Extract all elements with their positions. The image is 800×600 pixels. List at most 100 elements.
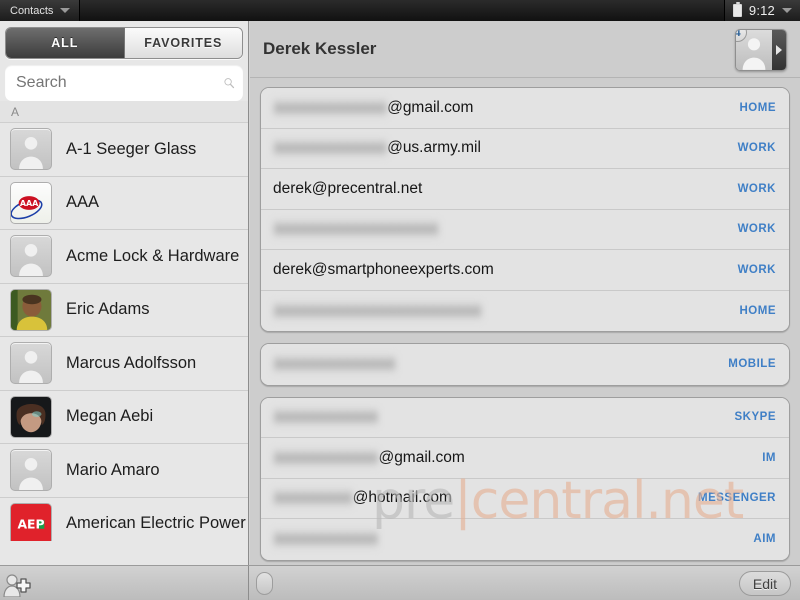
status-bar: Contacts 9:12	[0, 0, 800, 21]
redacted-text: aaaaaaaaaaaa	[273, 408, 379, 427]
expand-detail-button[interactable]	[772, 30, 786, 70]
field-value-text: derek@smartphoneexperts.com	[273, 260, 494, 278]
contact-name: Acme Lock & Hardware	[66, 246, 240, 265]
list-item[interactable]: AAA AAA	[0, 176, 248, 230]
redacted-text: aaaaaaaaa	[273, 489, 353, 508]
field-label: WORK	[737, 223, 776, 236]
table-row[interactable]: derek@precentral.net WORK	[261, 169, 789, 210]
table-row[interactable]: aaaaaaaaaaaaaa MOBILE	[261, 344, 789, 385]
field-label: WORK	[737, 142, 776, 155]
field-value: aaaaaaaaaaaaaaaaaaaaaaaa	[273, 301, 740, 320]
page-title: Derek Kessler	[263, 39, 377, 58]
list-item[interactable]: A-1 Seeger Glass	[0, 123, 248, 177]
field-value: aaaaaaaaaaaa	[273, 530, 753, 549]
list-item[interactable]: Marcus Adolfsson	[0, 337, 248, 391]
field-value-text: @gmail.com	[387, 98, 474, 116]
search-icon	[224, 78, 235, 89]
detail-avatar-card[interactable]: 4	[735, 29, 787, 71]
field-value-text: @gmail.com	[378, 448, 465, 466]
table-row[interactable]: aaaaaaaaaaaa@gmail.com IM	[261, 438, 789, 479]
contacts-app: Contacts 9:12 ALL FAVORITES A	[0, 0, 800, 600]
avatar: AAA	[10, 181, 52, 224]
bottom-toolbar-left	[0, 566, 249, 600]
panel-resize-handle[interactable]	[256, 572, 273, 595]
svg-text:AEP: AEP	[17, 518, 44, 532]
list-item[interactable]: Acme Lock & Hardware	[0, 230, 248, 284]
table-row[interactable]: aaaaaaaaaaaaa@us.army.mil WORK	[261, 128, 789, 169]
list-item[interactable]: Eric Adams	[0, 283, 248, 337]
section-header: A	[0, 101, 248, 123]
tab-all-label: ALL	[51, 36, 79, 50]
table-row[interactable]: aaaaaaaaaaaaa@gmail.com HOME	[261, 88, 789, 129]
avatar: AEP	[10, 502, 52, 541]
field-label: IM	[762, 451, 776, 464]
redacted-text: aaaaaaaaaaaaaaaaaaa	[273, 220, 439, 239]
field-group-phone-numbers: aaaaaaaaaaaaaa MOBILE	[260, 343, 790, 386]
table-row[interactable]: aaaaaaaaaaaaaaaaaaaaaaaa HOME	[261, 290, 789, 331]
contact-name: AAA	[66, 193, 100, 212]
field-value: aaaaaaaaaaaa	[273, 408, 735, 427]
field-value: aaaaaaaaa@hotmail.com	[273, 489, 698, 508]
list-item[interactable]: AEP American Electric Power	[0, 497, 248, 541]
person-silhouette-icon	[19, 137, 43, 170]
avatar	[10, 235, 52, 278]
field-value: aaaaaaaaaaaaa@gmail.com	[273, 98, 740, 117]
table-row[interactable]: aaaaaaaaaaaa SKYPE	[261, 397, 789, 438]
edit-button[interactable]: Edit	[738, 571, 791, 596]
aep-logo-icon: AEP	[11, 503, 51, 541]
field-label: SKYPE	[734, 411, 776, 424]
field-value: aaaaaaaaaaaaa@us.army.mil	[273, 139, 738, 158]
battery-icon	[732, 1, 742, 17]
person-silhouette-icon	[19, 244, 43, 277]
field-label: HOME	[739, 304, 776, 317]
add-contact-button[interactable]	[3, 573, 31, 598]
redacted-text: aaaaaaaaaaaaa	[273, 98, 388, 117]
tab-favorites[interactable]: FAVORITES	[124, 28, 242, 58]
field-label: WORK	[737, 263, 776, 276]
contact-photo	[11, 396, 51, 437]
aaa-logo-icon: AAA	[11, 195, 43, 220]
contact-list: A-1 Seeger Glass AAA AAA Acme Lock & Har…	[0, 123, 248, 541]
contact-name: Marcus Adolfsson	[66, 353, 197, 372]
table-row[interactable]: aaaaaaaaaaaaaaaaaaa WORK	[261, 209, 789, 250]
avatar	[10, 342, 52, 385]
avatar: 4	[736, 30, 772, 70]
edit-button-label: Edit	[752, 575, 777, 592]
add-person-icon	[3, 574, 31, 598]
field-group-instant-messaging: aaaaaaaaaaaa SKYPE aaaaaaaaaaaa@gmail.co…	[260, 396, 790, 561]
app-menu-button[interactable]: Contacts	[0, 0, 81, 21]
search-input[interactable]	[16, 74, 223, 92]
table-row[interactable]: aaaaaaaaa@hotmail.com MESSENGER	[261, 478, 789, 519]
detail-header: Derek Kessler 4	[250, 21, 800, 78]
field-value: aaaaaaaaaaaaaa	[273, 355, 728, 374]
redacted-text: aaaaaaaaaaaa	[273, 530, 379, 549]
redacted-text: aaaaaaaaaaaaaaaaaaaaaaaa	[273, 301, 482, 320]
field-value: derek@smartphoneexperts.com	[273, 261, 738, 279]
search-bar[interactable]	[5, 65, 243, 101]
contact-name: A-1 Seeger Glass	[66, 139, 197, 158]
contact-name: Eric Adams	[66, 300, 150, 319]
list-item[interactable]: Mario Amaro	[0, 444, 248, 498]
table-row[interactable]: derek@smartphoneexperts.com WORK	[261, 250, 789, 291]
status-bar-right[interactable]: 9:12	[723, 0, 800, 21]
person-silhouette-icon	[19, 458, 43, 491]
avatar	[10, 288, 52, 331]
chevron-down-icon	[782, 8, 792, 13]
clock-label: 9:12	[748, 3, 775, 18]
redacted-text: aaaaaaaaaaaa	[273, 448, 379, 467]
detail-body: aaaaaaaaaaaaa@gmail.com HOME aaaaaaaaaaa…	[250, 78, 800, 565]
svg-text:AAA: AAA	[20, 199, 39, 208]
field-label: WORK	[737, 182, 776, 195]
app-menu-label: Contacts	[10, 4, 54, 17]
avatar	[10, 128, 52, 171]
field-value-text: @us.army.mil	[387, 139, 481, 157]
field-value: derek@precentral.net	[273, 180, 738, 198]
sidebar-tabs: ALL FAVORITES	[5, 27, 243, 59]
contact-name: Mario Amaro	[66, 460, 160, 479]
tab-all[interactable]: ALL	[6, 28, 125, 58]
field-value: aaaaaaaaaaaaaaaaaaa	[273, 220, 738, 239]
list-item[interactable]: Megan Aebi	[0, 390, 248, 444]
chevron-right-icon	[776, 45, 782, 55]
contact-name: Megan Aebi	[66, 407, 154, 426]
table-row[interactable]: aaaaaaaaaaaa AIM	[261, 519, 789, 560]
